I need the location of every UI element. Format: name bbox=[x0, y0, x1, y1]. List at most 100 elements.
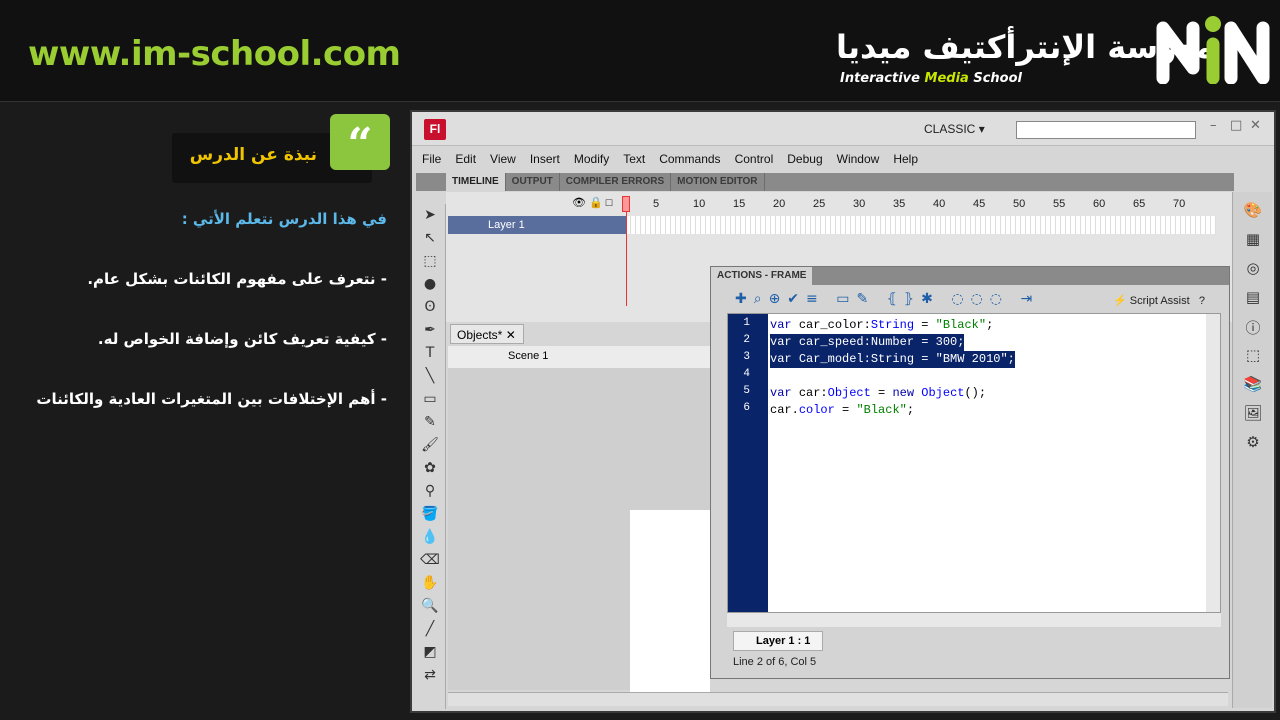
line-number: 4 bbox=[743, 368, 750, 380]
menu-item-view[interactable]: View bbox=[490, 148, 523, 170]
tool-icon[interactable]: ⌫ bbox=[419, 552, 441, 572]
line-number: 1 bbox=[743, 317, 750, 329]
panel-icon[interactable]: 🎨 bbox=[1242, 201, 1264, 221]
horizontal-scrollbar[interactable] bbox=[448, 692, 1228, 706]
tool-icon[interactable]: ⬚ bbox=[419, 253, 441, 273]
lesson-point: - أهم الإختلافات بين المتغيرات العادية و… bbox=[36, 390, 387, 408]
tool-icon[interactable]: ◩ bbox=[419, 644, 441, 664]
tool-icon[interactable]: ● bbox=[419, 276, 441, 296]
menu-item-text[interactable]: Text bbox=[623, 148, 652, 170]
code-vertical-scrollbar[interactable] bbox=[1206, 314, 1220, 612]
workspace-switcher[interactable]: CLASSIC ▾ bbox=[924, 122, 985, 136]
layer-row[interactable]: Layer 1 bbox=[448, 216, 626, 234]
frame-number: 40 bbox=[933, 198, 946, 210]
frame-cells[interactable] bbox=[626, 216, 1216, 234]
code-token: "Black" bbox=[935, 318, 987, 332]
menu-item-window[interactable]: Window bbox=[837, 148, 887, 170]
menu-item-modify[interactable]: Modify bbox=[574, 148, 616, 170]
code-token: car. bbox=[770, 403, 799, 417]
menu-item-control[interactable]: Control bbox=[735, 148, 781, 170]
code-token: Object bbox=[827, 386, 871, 400]
actions-toolbar[interactable]: ✚⌕⊕✔≡ ▭✎ ⦃⦄✱ ◌◌◌ ⇥ bbox=[735, 291, 1039, 307]
menu-item-insert[interactable]: Insert bbox=[530, 148, 567, 170]
tool-icon[interactable]: ✋ bbox=[419, 575, 441, 595]
menu-item-commands[interactable]: Commands bbox=[659, 148, 727, 170]
tab-output[interactable]: OUTPUT bbox=[506, 173, 560, 191]
tool-icon[interactable]: ➤ bbox=[419, 207, 441, 227]
code-editor[interactable]: 1 var car_color:String = "Black"; 2 var car… bbox=[727, 313, 1221, 613]
lesson-panel bbox=[0, 103, 405, 720]
document-tab[interactable]: Objects* ✕ bbox=[450, 324, 524, 344]
code-line[interactable]: var Car_model:String = "BMW 2010"; bbox=[770, 351, 1015, 368]
menu-item-edit[interactable]: Edit bbox=[455, 148, 483, 170]
frame-number: 50 bbox=[1013, 198, 1026, 210]
menu-item-debug[interactable]: Debug bbox=[787, 148, 829, 170]
frame-number: 5 bbox=[653, 198, 660, 210]
layer-toggle-icons[interactable]: 👁 🔒 □ bbox=[572, 196, 612, 209]
minimize-button[interactable]: – bbox=[1210, 118, 1217, 133]
tool-icon[interactable]: 🪣 bbox=[419, 506, 441, 526]
code-token: new bbox=[892, 386, 922, 400]
panel-icon[interactable]: ▦ bbox=[1242, 230, 1264, 250]
code-token: Object bbox=[921, 386, 965, 400]
code-line[interactable]: var car_speed:Number = 300; bbox=[770, 334, 965, 351]
tool-icon[interactable]: ↖ bbox=[419, 230, 441, 250]
site-header: www.im-school.com مدرسة الإنترأكتيف ميدي… bbox=[0, 0, 1280, 102]
tool-icon[interactable]: ⚲ bbox=[419, 483, 441, 503]
menu-item-file[interactable]: File bbox=[422, 148, 448, 170]
frame-number: 70 bbox=[1173, 198, 1186, 210]
script-assist-button[interactable]: ⚡ Script Assist ? bbox=[1113, 294, 1205, 307]
tab-compiler-errors[interactable]: COMPILER ERRORS bbox=[560, 173, 672, 191]
lesson-intro: في هذا الدرس نتعلم الأتي : bbox=[181, 210, 387, 228]
panel-icon[interactable]: ▤ bbox=[1242, 288, 1264, 308]
script-navigator-tab[interactable]: Layer 1 : 1 bbox=[733, 631, 823, 651]
playhead[interactable] bbox=[626, 196, 627, 306]
actions-title: ACTIONS - FRAME bbox=[711, 267, 813, 285]
panel-icon[interactable]: 🖼 bbox=[1242, 404, 1264, 424]
frame-number: 30 bbox=[853, 198, 866, 210]
nim-logo-icon bbox=[1156, 16, 1270, 84]
frame-number: 65 bbox=[1133, 198, 1146, 210]
panel-icon[interactable]: ⓘ bbox=[1242, 317, 1264, 337]
tool-icon[interactable]: 💧 bbox=[419, 529, 441, 549]
tool-icon[interactable]: ✎ bbox=[419, 414, 441, 434]
tool-icon[interactable]: T bbox=[419, 345, 441, 365]
code-token: = 300; bbox=[914, 335, 965, 349]
code-token: ; bbox=[906, 403, 915, 417]
tool-icon[interactable]: ʘ bbox=[419, 299, 441, 319]
tool-icon[interactable]: ╱ bbox=[419, 621, 441, 641]
tool-icon[interactable]: 🔍 bbox=[419, 598, 441, 618]
playhead-handle[interactable] bbox=[622, 196, 630, 212]
panel-icon[interactable]: ⚙ bbox=[1242, 433, 1264, 453]
tool-icon[interactable]: 🖌 bbox=[419, 437, 441, 457]
code-horizontal-scrollbar[interactable] bbox=[727, 613, 1221, 627]
close-button[interactable]: ✕ bbox=[1250, 118, 1261, 133]
tool-icon[interactable]: ⇄ bbox=[419, 667, 441, 687]
code-token: ; bbox=[986, 318, 994, 332]
frame-number: 15 bbox=[733, 198, 746, 210]
frame-number: 10 bbox=[693, 198, 706, 210]
code-line[interactable]: var car:Object = new Object(); bbox=[770, 385, 986, 402]
tool-icon[interactable]: ✿ bbox=[419, 460, 441, 480]
help-search-input[interactable] bbox=[1016, 121, 1196, 139]
code-token: "Black" bbox=[856, 403, 907, 417]
flash-logo-icon: Fl bbox=[424, 119, 446, 140]
code-line[interactable]: car.color = "Black"; bbox=[770, 402, 914, 419]
panel-icon[interactable]: 📚 bbox=[1242, 375, 1264, 395]
tool-icon[interactable]: ╲ bbox=[419, 368, 441, 388]
tab-motion-editor[interactable]: MOTION EDITOR bbox=[671, 173, 765, 191]
panel-icon[interactable]: ◎ bbox=[1242, 259, 1264, 279]
tool-icon[interactable]: ✒ bbox=[419, 322, 441, 342]
stage-canvas[interactable] bbox=[630, 510, 710, 692]
tab-timeline[interactable]: TIMELINE bbox=[446, 173, 506, 191]
frame-number: 60 bbox=[1093, 198, 1106, 210]
code-line[interactable]: var car_color:String = "Black"; bbox=[770, 317, 993, 334]
code-token: var bbox=[770, 335, 799, 349]
right-panel-icons: 🎨 ▦ ◎ ▤ ⓘ ⬚ 📚 🖼 ⚙ bbox=[1232, 192, 1272, 708]
tool-icon[interactable]: ▭ bbox=[419, 391, 441, 411]
menu-item-help[interactable]: Help bbox=[893, 148, 925, 170]
scene-breadcrumb[interactable]: Scene 1 bbox=[448, 346, 710, 368]
maximize-button[interactable]: □ bbox=[1230, 118, 1242, 133]
site-url: www.im-school.com bbox=[28, 34, 401, 74]
panel-icon[interactable]: ⬚ bbox=[1242, 346, 1264, 366]
